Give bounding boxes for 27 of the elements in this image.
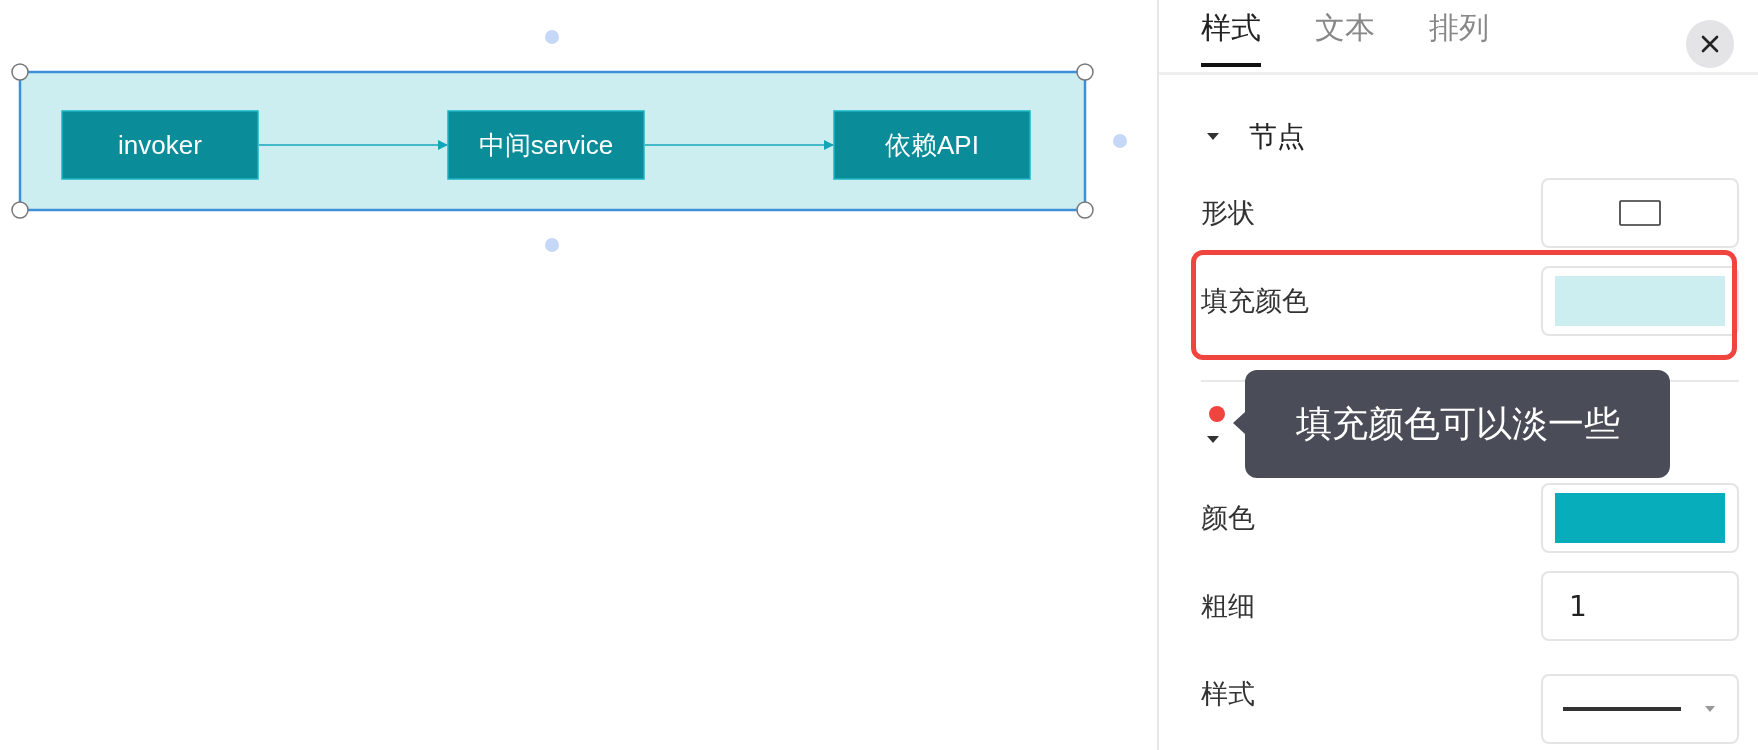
flow-node[interactable]: invoker	[61, 110, 259, 180]
tab[interactable]: 样式	[1201, 0, 1261, 67]
dropdown-caret-icon	[1705, 706, 1715, 712]
line-style-dropdown[interactable]	[1541, 674, 1739, 744]
property-label: 颜色	[1201, 501, 1255, 535]
resize-handle[interactable]	[1076, 63, 1094, 81]
property-label: 粗细	[1201, 589, 1255, 623]
rectangle-shape-icon	[1619, 200, 1661, 226]
tab[interactable]: 文本	[1315, 0, 1375, 67]
close-icon	[1700, 34, 1720, 54]
collapse-caret-icon[interactable]	[1207, 436, 1219, 444]
resize-handle[interactable]	[11, 63, 29, 81]
collapse-caret-icon[interactable]	[1207, 133, 1219, 141]
resize-handle[interactable]	[11, 201, 29, 219]
property-label: 形状	[1201, 196, 1255, 230]
property-label: 填充颜色	[1201, 284, 1309, 318]
width-input[interactable]: 1	[1541, 571, 1739, 641]
resize-handle[interactable]	[1076, 201, 1094, 219]
tab[interactable]: 排列	[1429, 0, 1489, 67]
flow-node[interactable]: 中间service	[447, 110, 645, 180]
flow-node[interactable]: 依赖API	[833, 110, 1031, 180]
close-button[interactable]	[1686, 20, 1734, 68]
property-label: 样式	[1201, 677, 1255, 711]
annotation-text: 填充颜色可以淡一些	[1295, 401, 1620, 446]
color-picker[interactable]	[1541, 483, 1739, 553]
color-picker[interactable]	[1541, 266, 1739, 336]
section-title: 节点	[1249, 119, 1305, 155]
